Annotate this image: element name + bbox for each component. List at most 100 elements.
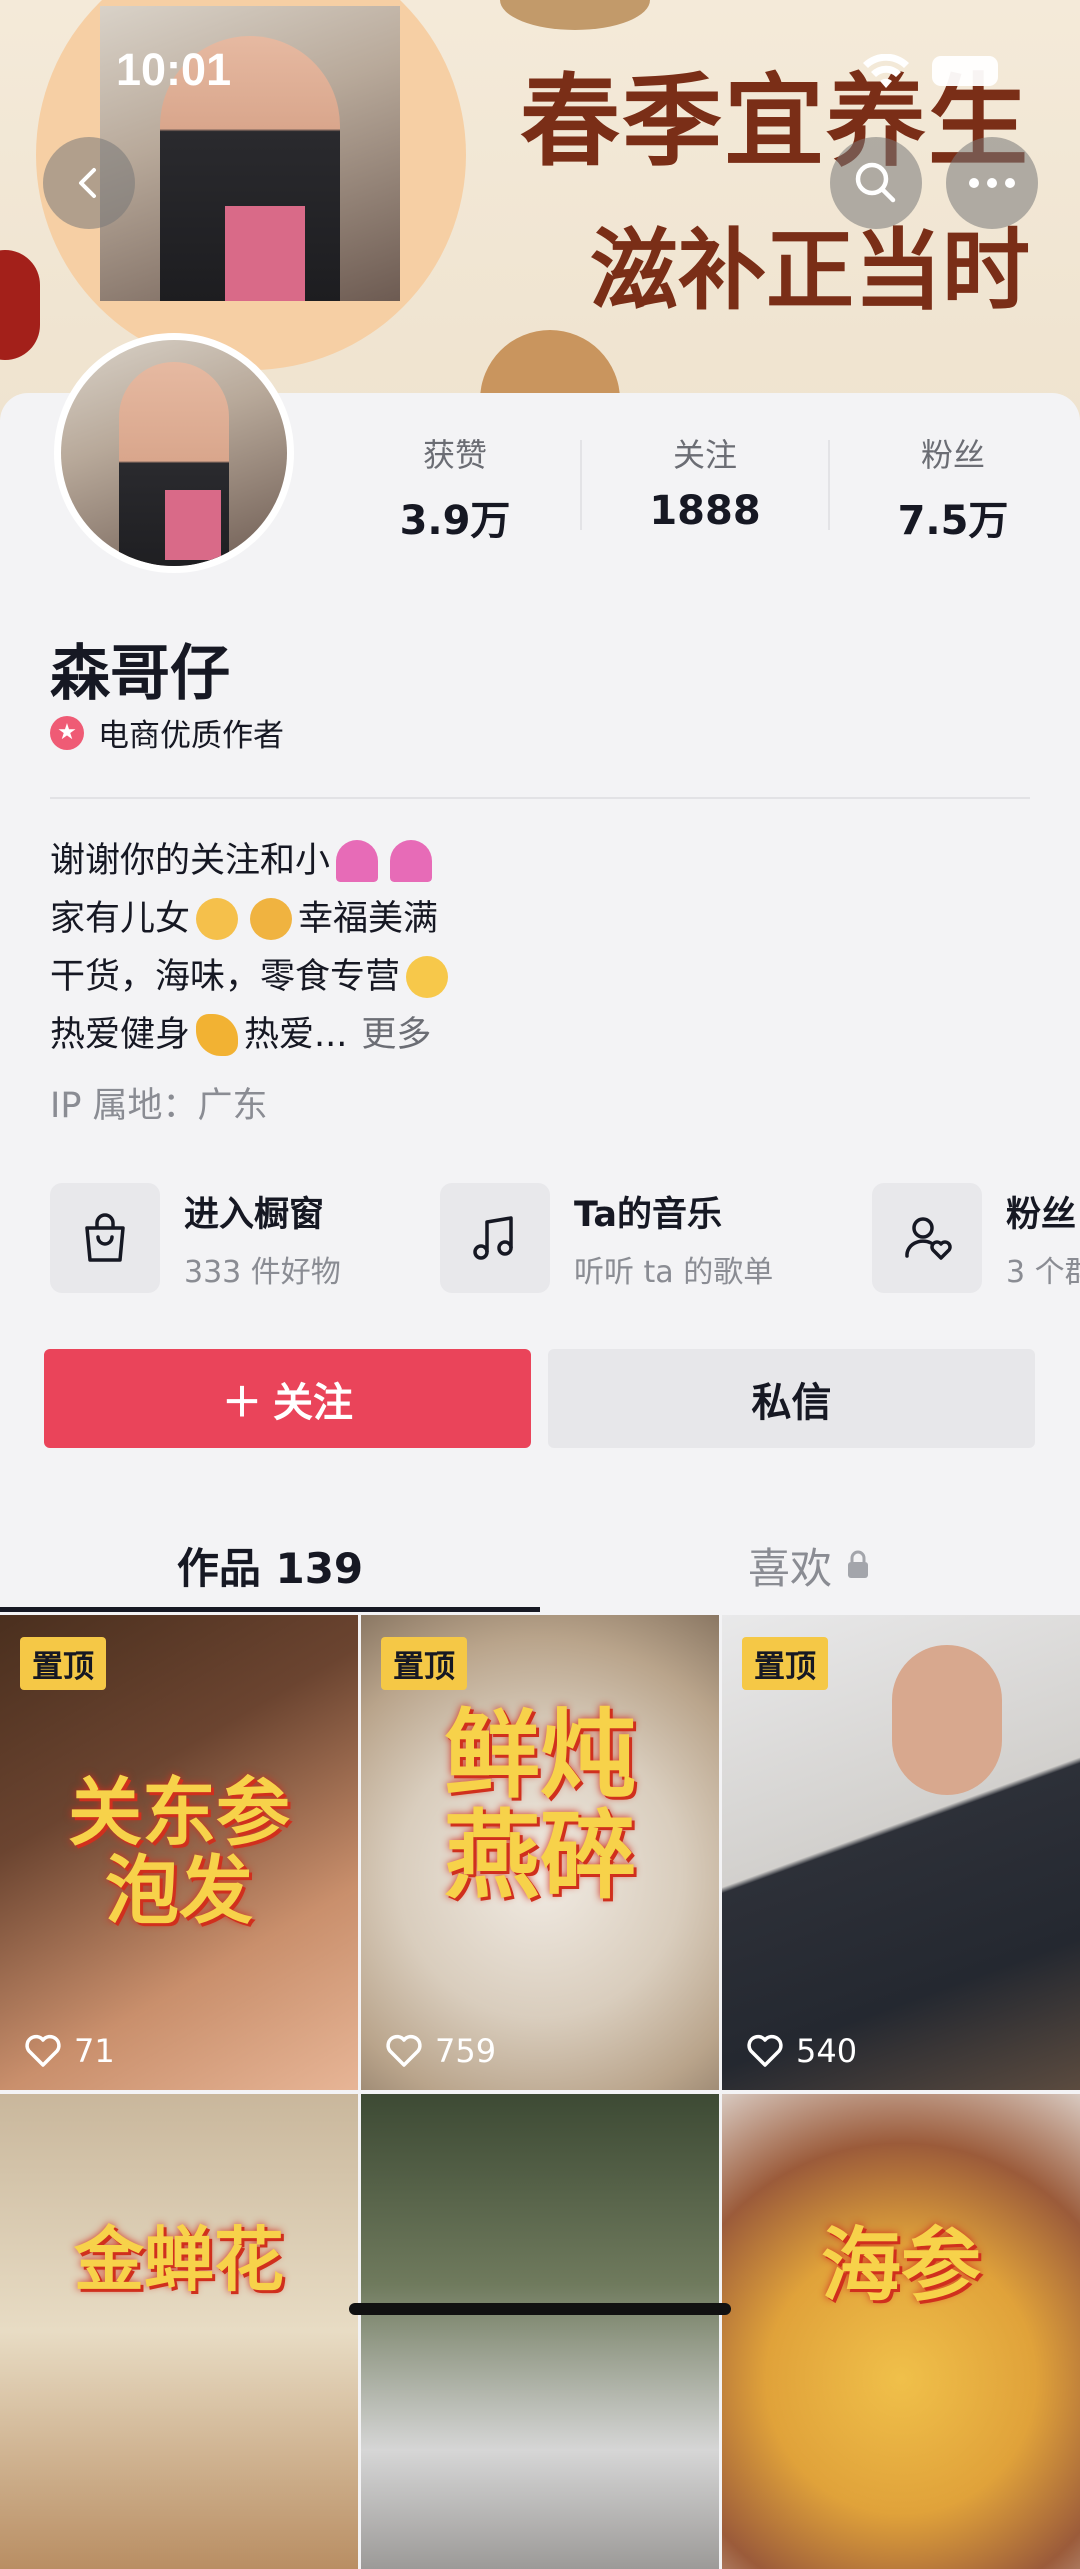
shopping-bag-icon [85,1213,125,1262]
more-options-button[interactable] [946,137,1038,229]
video-thumbnail[interactable] [361,2094,719,2569]
stat-following[interactable]: 关注 1888 [580,430,830,534]
heart-outline-icon [25,2034,61,2067]
video-thumbnail[interactable]: 置顶 540 [722,1615,1080,2090]
profile-tabs: 作品 139 喜欢 [0,1516,1080,1614]
ip-location: IP 属地：广东 [50,1086,268,1126]
bio-text: 干货，海味，零食专营 [50,957,401,997]
fan-group-entry[interactable]: 粉丝 3 个群 [872,1182,1080,1294]
home-indicator [349,2303,731,2315]
chevron-left-icon [79,168,96,198]
lock-icon [848,1550,868,1578]
tool-subtitle: 听听 ta 的歌单 [574,1254,774,1290]
avatar-book [165,490,221,560]
video-overlay-title: 鲜炖 燕碎 [361,1705,719,1907]
pinned-badge: 置顶 [381,1637,467,1690]
search-button[interactable] [830,137,922,229]
video-title-line: 燕碎 [444,1799,636,1912]
profile-tools-row: 进入橱窗 333 件好物 Ta的音乐 听听 ta 的歌单 粉丝 3 个群 [50,1182,1080,1294]
video-title-line: 金蝉花 [74,2219,284,2301]
stat-value: 3.9万 [399,498,511,544]
message-button[interactable]: 私信 [548,1349,1035,1448]
music-entry[interactable]: Ta的音乐 听听 ta 的歌单 [440,1182,773,1294]
tab-label: 喜欢 [747,1543,832,1593]
bio-line: 热爱健身 热爱... 更多 [50,1006,454,1064]
heart-outline-icon [386,2034,422,2067]
tab-label: 作品 139 [176,1543,364,1593]
stat-value: 1888 [649,488,761,534]
video-title-line: 鲜炖 [444,1699,636,1811]
video-thumbnail[interactable]: 海参 [722,2094,1080,2569]
profile-name: 森哥仔 [50,639,230,709]
bio-line: 家有儿女 幸福美满 [50,890,454,948]
banner-berry-decoration [0,250,40,360]
video-likes: 759 [385,2032,496,2070]
bio-text: 谢谢你的关注和小 [50,841,331,881]
stat-followers[interactable]: 粉丝 7.5万 [828,430,1078,546]
boy-emoji-icon [196,898,239,940]
bio-line: 干货，海味，零食专营 [50,948,454,1006]
pinned-badge: 置顶 [742,1637,828,1690]
video-thumbnail[interactable]: 金蝉花 [0,2094,358,2569]
shop-window-entry[interactable]: 进入橱窗 333 件好物 [50,1182,341,1294]
tool-icon-box [872,1183,982,1293]
bio-line: 谢谢你的关注和小 [50,832,454,890]
status-time: 10:01 [116,44,232,95]
tab-likes[interactable]: 喜欢 [540,1516,1080,1614]
star-badge-icon: ★ [50,715,84,750]
video-likes: 71 [24,2032,115,2070]
stat-label: 关注 [672,436,737,474]
video-likes: 540 [746,2032,857,2070]
divider [50,797,1030,799]
status-bar: 10:01 [0,0,1080,140]
video-person-face [892,1645,1002,1795]
battery-icon [932,56,998,86]
tab-works[interactable]: 作品 139 [0,1516,540,1614]
grin-emoji-icon [406,956,449,998]
bio-text: 热爱健身 [50,1015,191,1055]
wifi-icon [863,54,909,88]
creator-badge[interactable]: ★ 电商优质作者 [50,710,284,755]
heart-emoji-icon [336,840,379,882]
music-note-icon [473,1216,513,1260]
profile-stats: 获赞 3.9万 关注 1888 粉丝 7.5万 [330,430,1080,544]
bio-text: 家有儿女 [50,899,191,939]
creator-badge-label: 电商优质作者 [98,718,284,754]
like-count: 540 [796,2032,858,2070]
search-icon [855,162,896,203]
bio-text: 幸福美满 [298,899,439,939]
video-overlay-title: 关东参 泡发 [0,1770,358,1934]
like-count: 71 [74,2032,115,2070]
follow-button[interactable]: ＋ 关注 [44,1349,531,1448]
avatar[interactable] [54,333,294,573]
girl-emoji-icon [250,898,293,940]
video-grid: 关东参 泡发 置顶 71 鲜炖 燕碎 置顶 759 置顶 540 金蝉花 海参 [0,1615,1080,2569]
heart-emoji-icon [390,840,433,882]
video-thumbnail[interactable]: 鲜炖 燕碎 置顶 759 [361,1615,719,2090]
profile-bio[interactable]: 谢谢你的关注和小 家有儿女 幸福美满 干货，海味，零食专营 热爱健身 热爱...… [50,832,454,1064]
bio-more-link[interactable]: 更多 [361,1006,431,1064]
video-overlay-title: 金蝉花 [0,2219,358,2301]
muscle-emoji-icon [196,1014,239,1056]
active-tab-indicator [0,1607,540,1612]
avatar-image [61,340,287,566]
stat-likes[interactable]: 获赞 3.9万 [330,430,580,546]
tool-title: Ta的音乐 [574,1194,722,1235]
tool-subtitle: 3 个群 [1006,1254,1080,1290]
tool-icon-box [440,1183,550,1293]
tool-title: 进入橱窗 [184,1194,325,1235]
back-button[interactable] [43,137,135,229]
video-thumbnail[interactable]: 关东参 泡发 置顶 71 [0,1615,358,2090]
stat-label: 粉丝 [920,436,985,474]
tool-icon-box [50,1183,160,1293]
banner-book [225,206,305,301]
more-dots-icon [969,178,1015,188]
video-title-line: 关东参 [68,1770,290,1856]
tool-title: 粉丝 [1006,1194,1077,1235]
like-count: 759 [435,2032,497,2070]
bio-text: 热爱... [244,1015,348,1055]
video-title-line: 海参 [821,2219,981,2312]
heart-outline-icon [747,2034,783,2067]
video-title-line: 泡发 [105,1847,253,1934]
stat-label: 获赞 [422,436,487,474]
